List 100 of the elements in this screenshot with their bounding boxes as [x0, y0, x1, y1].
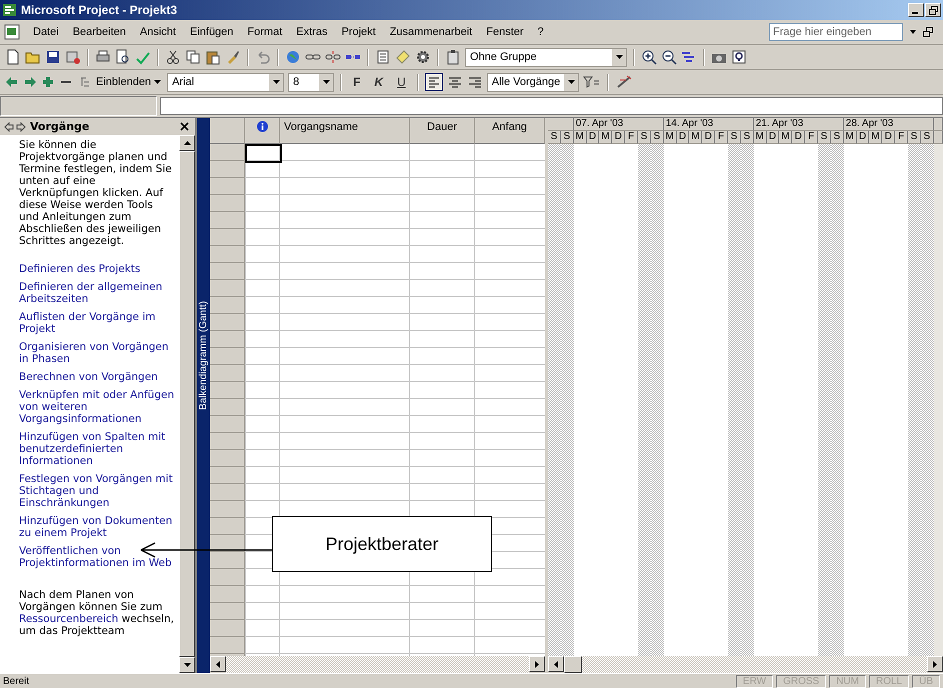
day-header: M: [779, 131, 792, 144]
close-icon[interactable]: [180, 122, 189, 131]
week-header: 07. Apr '03: [574, 118, 664, 131]
scroll-down-icon[interactable]: [184, 663, 190, 667]
plus-icon[interactable]: [41, 75, 55, 89]
font-dropdown[interactable]: Arial: [167, 72, 284, 92]
zoom-in-icon[interactable]: [641, 49, 657, 65]
arrow-left-icon[interactable]: [5, 75, 19, 89]
day-header: D: [612, 131, 626, 144]
globe-icon[interactable]: [285, 49, 301, 65]
document-icon[interactable]: [4, 24, 20, 40]
notes-icon[interactable]: [375, 49, 391, 65]
window-title: Microsoft Project - Projekt3: [21, 3, 178, 17]
pane-link[interactable]: Verknüpfen mit oder Anfügen von weiteren Vorgangsinformationen: [19, 389, 175, 425]
callout-label: Projektberater: [272, 516, 492, 572]
week-header: 21. Apr '03: [754, 118, 844, 131]
menu-item[interactable]: ?: [530, 24, 551, 40]
selected-cell[interactable]: [245, 144, 282, 163]
info-icon: [256, 121, 268, 132]
scroll-right-icon[interactable]: [535, 660, 539, 668]
help-search-field[interactable]: Frage hier eingeben: [769, 23, 903, 41]
menu-item[interactable]: Einfügen: [182, 24, 240, 40]
week-header: 14. Apr '03: [664, 118, 754, 131]
status-text: Bereit: [3, 676, 30, 686]
group-dropdown[interactable]: Ohne Gruppe: [465, 48, 627, 66]
dropdown-arrow-icon: [616, 55, 622, 59]
arrow-right-icon[interactable]: [23, 75, 37, 89]
restore-icon: [928, 6, 938, 14]
align-left-icon[interactable]: [424, 73, 443, 91]
column-header[interactable]: Vorgangsname: [280, 118, 410, 144]
italic-button[interactable]: K: [369, 75, 388, 89]
dropdown-arrow-icon: [322, 80, 330, 84]
clipboard-icon[interactable]: [445, 49, 461, 65]
menu-item[interactable]: Format: [240, 24, 290, 40]
new-document-icon[interactable]: [5, 49, 21, 65]
menu-item[interactable]: Datei: [26, 24, 66, 40]
pane-link[interactable]: Berechnen von Vorgängen: [19, 371, 158, 383]
dropdown-arrow-icon: [272, 80, 280, 84]
menu-item[interactable]: Fenster: [479, 24, 531, 40]
day-header: D: [766, 131, 780, 144]
pane-link[interactable]: Auflisten der Vorgänge im Projekt: [19, 311, 175, 335]
pane-link[interactable]: Organisieren von Vorgängen in Phasen: [19, 341, 175, 365]
minimize-button[interactable]: [908, 3, 924, 17]
day-header: F: [625, 131, 638, 144]
day-header: M: [754, 131, 767, 144]
scroll-to-task-icon[interactable]: [681, 49, 697, 65]
bold-button[interactable]: F: [348, 75, 366, 89]
scrollbar-thumb[interactable]: [179, 151, 195, 657]
entry-field[interactable]: [160, 97, 943, 115]
day-header: D: [586, 131, 600, 144]
pane-link[interactable]: Hinzufügen von Dokumenten zu einem Projekt: [19, 515, 175, 539]
column-header[interactable]: Dauer: [410, 118, 475, 144]
scrollbar-thumb[interactable]: [564, 656, 582, 673]
restore-button[interactable]: [925, 3, 941, 17]
autofilter-icon[interactable]: [582, 75, 601, 89]
column-header[interactable]: Anfang: [475, 118, 545, 144]
dropdown-arrow-icon[interactable]: [909, 28, 917, 36]
scroll-right-icon[interactable]: [933, 660, 937, 668]
scroll-up-icon[interactable]: [184, 141, 190, 145]
view-label: Balkendiagramm (Gantt): [198, 301, 209, 410]
pane-paragraph: Nach dem Planen von Vorgängen können Sie zum Ressourcenbereich wechseln, um das Projektteam: [19, 589, 175, 637]
font-size-dropdown[interactable]: 8: [288, 72, 334, 92]
day-header: D: [882, 131, 896, 144]
menu-item[interactable]: Ansicht: [132, 24, 183, 40]
pane-link[interactable]: Festlegen von Vorgängen mit Stichtagen und Einschränkungen: [19, 473, 175, 509]
menu-item[interactable]: Zusammenarbeit: [382, 24, 480, 40]
day-header: M: [689, 131, 702, 144]
app-icon: [2, 2, 18, 18]
underline-button[interactable]: U: [392, 75, 411, 89]
day-header: F: [805, 131, 818, 144]
print-preview-icon[interactable]: [115, 49, 131, 65]
pane-title: Vorgänge: [30, 120, 90, 133]
pane-link[interactable]: Ressourcenbereich: [19, 613, 118, 625]
pane-link[interactable]: Definieren des Projekts: [19, 263, 140, 275]
pane-link[interactable]: Hinzufügen von Spalten mit benutzerdefinierten Informationen: [19, 431, 175, 467]
scroll-left-icon[interactable]: [216, 660, 220, 668]
scissors-icon[interactable]: [165, 49, 181, 65]
pane-link[interactable]: Veröffentlichen von Projektinformationen im Web: [19, 545, 175, 569]
menu-item[interactable]: Projekt: [334, 24, 383, 40]
week-header: 28. Apr '03: [844, 118, 934, 131]
pane-paragraph: Sie können die Projektvorgänge planen und Termine festlegen, indem Sie unten auf eine Verknüpfungen klicken. Auf diese Weise werden Tools und Anleitungen zum Abschließen des jeweiligen Schrittes angezeigt.: [19, 139, 173, 247]
menu-item[interactable]: Extras: [289, 24, 334, 40]
gear-icon[interactable]: [415, 49, 431, 65]
dropdown-arrow-icon: [154, 80, 162, 84]
menu-item[interactable]: Bearbeiten: [66, 24, 133, 40]
copy-icon[interactable]: [185, 49, 201, 65]
restore-icon[interactable]: [923, 27, 933, 37]
broken-link-icon[interactable]: [325, 49, 341, 65]
show-button[interactable]: Einblenden: [77, 75, 164, 89]
day-header: D: [792, 131, 806, 144]
scroll-left-icon[interactable]: [554, 660, 558, 668]
day-header: M: [844, 131, 857, 144]
filter-dropdown[interactable]: Alle Vorgänge: [486, 72, 579, 92]
zoom-out-icon[interactable]: [661, 49, 677, 65]
day-header: M: [664, 131, 677, 144]
day-header: D: [676, 131, 690, 144]
navigation-arrows-icon[interactable]: [4, 122, 26, 132]
day-header: D: [702, 131, 716, 144]
pane-link[interactable]: Definieren der allgemeinen Arbeitszeiten: [19, 281, 175, 305]
paste-icon[interactable]: [205, 49, 221, 65]
